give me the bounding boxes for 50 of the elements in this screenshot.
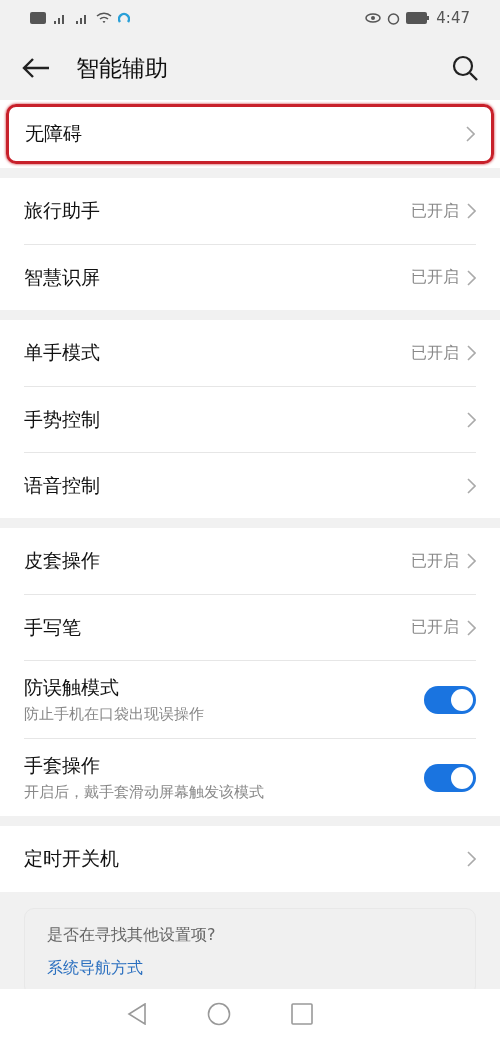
setting-label: 旅行助手 (24, 198, 101, 223)
chevron-icon (467, 411, 476, 428)
toggle-switch[interactable] (424, 763, 476, 792)
setting-row[interactable]: 定时开关机 (24, 826, 476, 892)
suggestion-title: 是否在寻找其他设置项? (47, 925, 217, 946)
eye-icon (365, 12, 382, 24)
chevron-icon (467, 553, 476, 569)
highlighted-setting-row[interactable]: 无障碍 (6, 104, 494, 164)
wifi-icon (96, 12, 112, 24)
back-arrow-icon[interactable] (22, 57, 50, 79)
page-title: 智能辅助 (76, 53, 169, 83)
setting-label: 手势控制 (24, 406, 101, 432)
suggestion-link[interactable]: 系统导航方式 (47, 958, 453, 979)
setting-description: 开启后，戴手套滑动屏幕触发该模式 (24, 783, 265, 802)
setting-status: 已开启 (411, 617, 459, 638)
setting-label: 智慧识屏 (24, 264, 101, 290)
setting-status: 已开启 (411, 200, 459, 222)
chevron-icon (467, 477, 476, 494)
status-time: 4:47 (436, 9, 470, 27)
setting-row[interactable]: 皮套操作 已开启 (24, 528, 476, 594)
search-icon[interactable] (452, 55, 478, 81)
setting-label: 定时开关机 (24, 846, 120, 871)
loading-icon (118, 12, 130, 24)
setting-label: 单手模式 (24, 340, 101, 365)
setting-row[interactable]: 单手模式 已开启 (24, 320, 476, 386)
chevron-icon (467, 269, 476, 286)
home-icon[interactable] (207, 1002, 231, 1026)
setting-row[interactable]: 语音控制 (24, 452, 476, 518)
setting-row[interactable]: 旅行助手 已开启 (24, 178, 476, 244)
setting-label: 手写笔 (24, 614, 82, 640)
chevron-icon (467, 203, 476, 219)
setting-row[interactable]: 手势控制 (24, 386, 476, 452)
setting-label: 防误触模式 (24, 675, 120, 700)
toggle-switch[interactable] (424, 685, 476, 714)
setting-row[interactable]: 智慧识屏 已开启 (24, 244, 476, 310)
setting-status: 已开启 (411, 342, 459, 364)
chevron-icon (467, 619, 476, 636)
setting-label: 皮套操作 (24, 548, 101, 573)
setting-row[interactable]: 手写笔 已开启 (24, 594, 476, 660)
setting-label: 语音控制 (24, 472, 101, 498)
setting-description: 防止手机在口袋出现误操作 (24, 705, 205, 724)
setting-status: 已开启 (411, 550, 459, 572)
battery-icon (406, 12, 431, 24)
chevron-icon (467, 345, 476, 361)
setting-status: 已开启 (411, 267, 459, 288)
chevron-icon (466, 126, 475, 142)
setting-label: 手套操作 (24, 753, 101, 778)
setting-label: 无障碍 (25, 121, 83, 146)
chevron-icon (467, 851, 476, 867)
back-icon[interactable] (127, 1003, 147, 1025)
